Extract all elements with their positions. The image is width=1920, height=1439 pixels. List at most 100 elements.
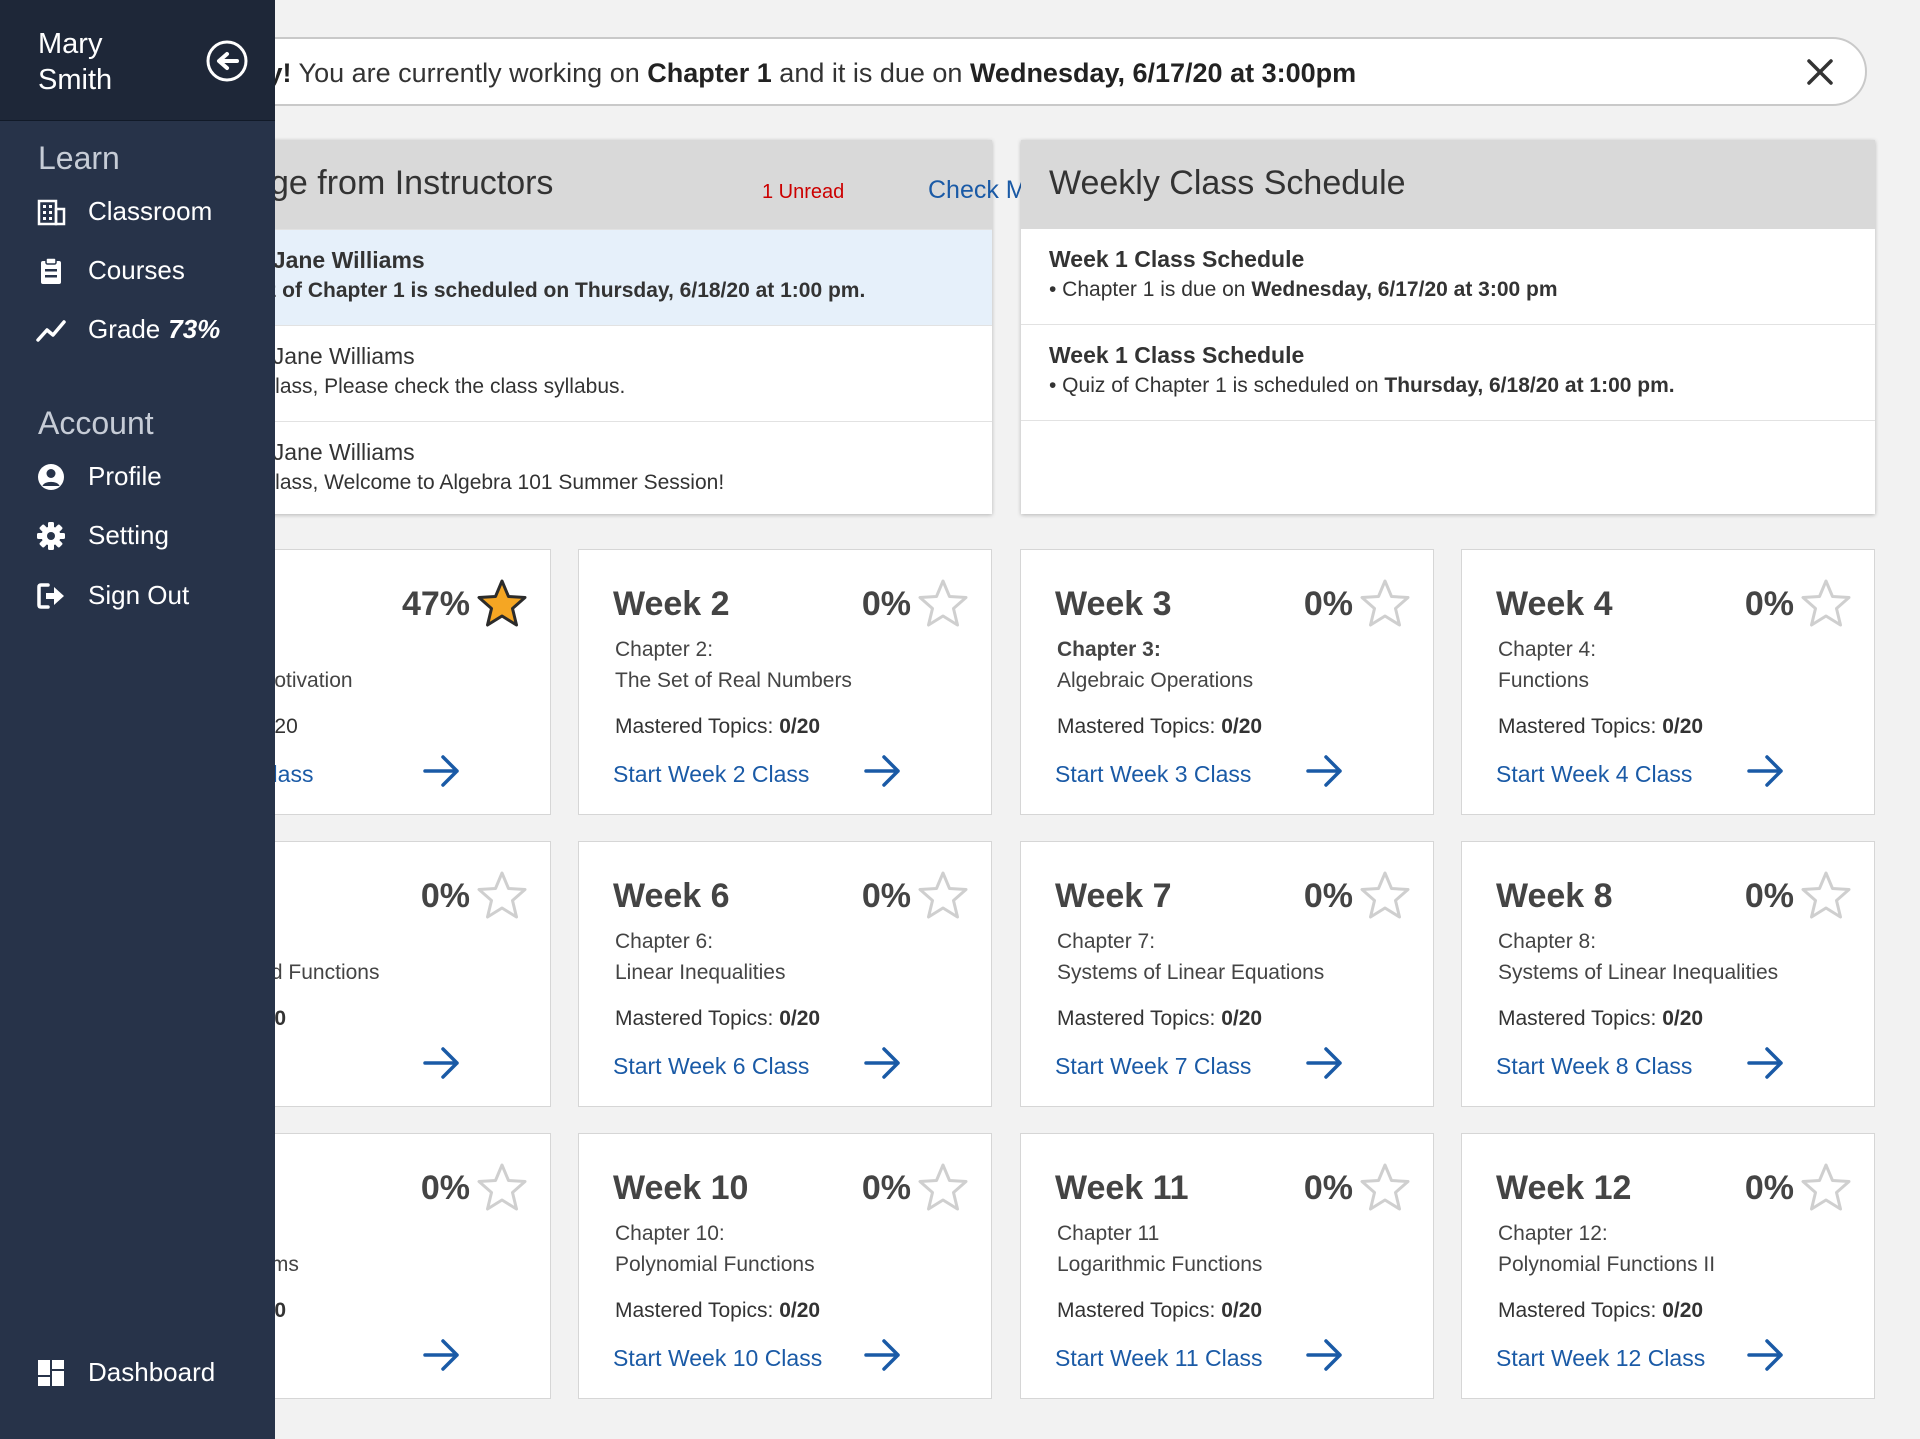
sidebar-item-signout[interactable]: Sign Out [36, 580, 189, 611]
arrow-right-icon[interactable] [1746, 1045, 1786, 1081]
chapter-label: Chapter 12: [1498, 1222, 1608, 1245]
star-icon[interactable] [1800, 1162, 1852, 1214]
arrow-right-icon[interactable] [1746, 1337, 1786, 1373]
grade-value: 73% [168, 314, 221, 344]
start-week-link[interactable]: Start Week 10 Class [613, 1345, 822, 1372]
collapse-sidebar-icon[interactable] [205, 39, 249, 83]
schedule-item-title: Week 1 Class Schedule [1049, 342, 1305, 368]
star-icon[interactable] [1359, 578, 1411, 630]
banner-chapter: Chapter 1 [647, 58, 772, 88]
chapter-label: Chapter 7: [1057, 930, 1156, 953]
mastered-label: Mastered Topics: [1498, 1007, 1663, 1030]
sidebar-item-label: Courses [88, 255, 185, 285]
arrow-right-icon[interactable] [422, 753, 462, 789]
building-icon [37, 199, 66, 225]
week-title: Week 10 [613, 1169, 749, 1207]
arrow-right-icon[interactable] [863, 1337, 903, 1373]
arrow-right-icon[interactable] [422, 1045, 462, 1081]
week-card: Week 7 0% Chapter 7: Systems of Linear Equa… [1020, 841, 1434, 1107]
schedule-item-detail: • Quiz of Chapter 1 is scheduled on Thur… [1049, 374, 1675, 398]
start-week-link[interactable]: Start Week 7 Class [1055, 1053, 1251, 1080]
message-item[interactable]: . Jane Williams Class, Welcome to Algebr… [180, 421, 992, 517]
chapter-title: Systems of Linear Inequalities [1498, 961, 1779, 984]
messages-title: ge from Instructors [270, 164, 554, 202]
message-sender: . Jane Williams [260, 439, 415, 465]
arrow-right-icon[interactable] [422, 1337, 462, 1373]
banner-text-1: You are currently working on [291, 58, 648, 88]
chapter-title: Polynomial Functions [615, 1253, 815, 1276]
start-week-link[interactable]: Start Week 12 Class [1496, 1345, 1705, 1372]
star-icon[interactable] [917, 578, 969, 630]
chapter-label: Chapter 8: [1498, 930, 1597, 953]
sidebar-item-label: Classroom [88, 196, 213, 226]
start-week-link[interactable]: Start Week 4 Class [1496, 761, 1692, 788]
arrow-right-icon[interactable] [1305, 1045, 1345, 1081]
message-sender: . Jane Williams [260, 247, 425, 273]
arrow-right-icon[interactable] [1305, 1337, 1345, 1373]
progress-percent: 47% [401, 585, 470, 623]
mastered-label: Mastered Topics: [1498, 715, 1663, 738]
start-week-link[interactable]: Start Week 3 Class [1055, 761, 1251, 788]
sidebar-item-grade[interactable]: Grade 73% [36, 314, 220, 345]
progress-percent: 0% [1303, 1169, 1353, 1207]
star-icon[interactable] [476, 870, 528, 922]
schedule-item-date: Wednesday, 6/17/20 at 3:00 pm [1251, 278, 1558, 301]
sidebar-item-setting[interactable]: Setting [36, 520, 169, 551]
start-week-link[interactable]: Start Week 6 Class [613, 1053, 809, 1080]
star-icon[interactable] [917, 1162, 969, 1214]
star-icon[interactable] [1800, 870, 1852, 922]
unread-badge: 1 Unread [762, 181, 845, 203]
schedule-title: Weekly Class Schedule [1049, 164, 1406, 202]
progress-percent: 0% [1744, 1169, 1794, 1207]
arrow-right-icon[interactable] [863, 753, 903, 789]
progress-percent: 0% [1744, 585, 1794, 623]
mastered-value: 0/20 [779, 1007, 821, 1030]
account-section-label: Account [38, 405, 154, 441]
progress-percent: 0% [420, 1169, 470, 1207]
progress-percent: 0% [1303, 585, 1353, 623]
close-icon[interactable] [1803, 55, 1837, 89]
chapter-title: Polynomial Functions II [1498, 1253, 1716, 1276]
sidebar-item-classroom[interactable]: Classroom [36, 196, 212, 227]
grade-text: Grade 73% [88, 314, 220, 345]
schedule-item-text: • Chapter 1 is due on [1049, 278, 1252, 301]
start-week-link[interactable]: Start Week 11 Class [1055, 1345, 1263, 1372]
mastered-value: 0/20 [1221, 715, 1263, 738]
star-icon[interactable] [1800, 578, 1852, 630]
arrow-right-icon[interactable] [1746, 753, 1786, 789]
star-icon[interactable] [917, 870, 969, 922]
chapter-label: Chapter 11 [1057, 1222, 1160, 1245]
mastered-topics: Mastered Topics: 0/20 [615, 1007, 820, 1031]
arrow-right-icon[interactable] [863, 1045, 903, 1081]
chapter-title: The Set of Real Numbers [615, 669, 852, 692]
star-icon[interactable] [1359, 1162, 1411, 1214]
user-first-name: Mary [38, 28, 103, 60]
user-header: Mary Smith [0, 0, 275, 121]
message-preview: Class, Welcome to Algebra 101 Summer Ses… [260, 471, 725, 494]
learn-section-label: Learn [38, 140, 120, 176]
star-icon[interactable] [1359, 870, 1411, 922]
start-week-link[interactable]: Start Week 2 Class [613, 761, 809, 788]
sidebar-item-profile[interactable]: Profile [36, 461, 162, 492]
sidebar-item-dashboard[interactable]: Dashboard [36, 1357, 215, 1388]
message-item[interactable]: . Jane Williams Class, Please check the … [180, 325, 992, 421]
sidebar-item-label: Dashboard [88, 1357, 216, 1387]
week-title: Week 11 [1055, 1169, 1189, 1207]
chapter-label: Chapter 10: [615, 1222, 725, 1245]
star-icon[interactable] [476, 1162, 528, 1214]
message-item[interactable]: . Jane Williams iz of Chapter 1 is sched… [180, 229, 992, 325]
mastered-label: Mastered Topics: [1057, 1299, 1222, 1322]
sidebar-item-label: Profile [88, 461, 162, 491]
banner-due-date: Wednesday, 6/17/20 at 3:00pm [969, 58, 1357, 88]
user-last-name: Smith [38, 64, 113, 96]
sidebar: Mary Smith Learn Classroom Courses Grade… [0, 0, 275, 1439]
week-title: Week 7 [1055, 877, 1172, 915]
arrow-right-icon[interactable] [1305, 753, 1345, 789]
start-week-link[interactable]: Start Week 8 Class [1496, 1053, 1692, 1080]
mastered-value: 0/20 [1221, 1299, 1263, 1322]
mastered-value: 0/20 [1662, 715, 1704, 738]
week-card: Week 4 0% Chapter 4: Functions Mastered Topi… [1461, 549, 1875, 815]
sidebar-item-courses[interactable]: Courses [36, 255, 185, 286]
sidebar-item-label: Sign Out [88, 580, 190, 610]
star-icon[interactable] [476, 578, 528, 630]
